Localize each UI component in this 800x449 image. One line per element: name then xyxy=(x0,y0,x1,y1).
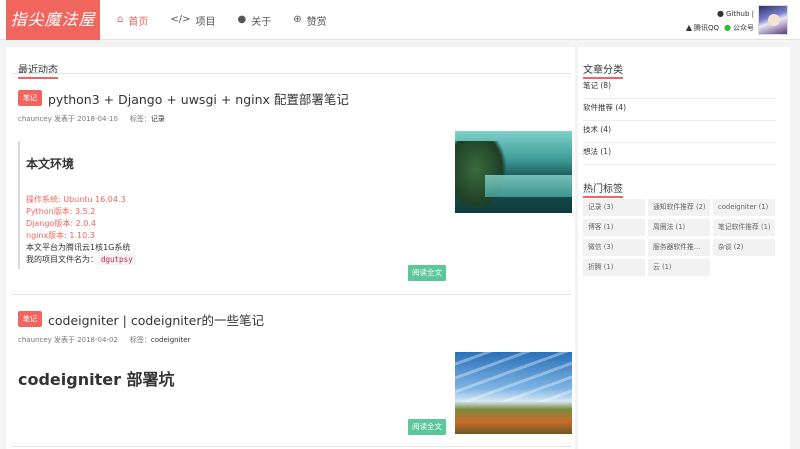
post-item: 笔记 codeigniter | codeigniter的一些笔记 chaunc… xyxy=(18,311,571,345)
post-title[interactable]: codeigniter | codeigniter的一些笔记 xyxy=(48,310,264,329)
tag-chip[interactable]: 周圈法 (1) xyxy=(648,219,710,236)
post-author-date: chauncey 发表于 2018-04-02 xyxy=(18,336,118,344)
post-tags: 标签：记录 xyxy=(130,114,165,124)
site-logo[interactable]: 指尖魔法屋 xyxy=(6,0,100,40)
tag-chip[interactable]: 杂谈 (2) xyxy=(713,239,775,256)
read-more-button[interactable]: 阅读全文 xyxy=(408,265,446,281)
post-excerpt: codeigniter 部署坑 xyxy=(18,366,438,390)
nav-projects-label: 项目 xyxy=(195,16,216,28)
code-icon: </> xyxy=(170,14,191,25)
excerpt-heading: 本文环境 xyxy=(26,157,75,171)
hot-tags-title: 热门标签 xyxy=(583,180,623,198)
category-list: 笔记 (8) 软件推荐 (4) 技术 (4) 想法 (1) xyxy=(583,77,776,165)
nav-home-label: 首页 xyxy=(128,16,149,28)
excerpt-line: 操作系统: Ubuntu 16.04.3 xyxy=(26,195,126,204)
excerpt-code-prefix: 我的项目文件名为： xyxy=(26,255,98,264)
github-label: Github | xyxy=(725,10,754,18)
post-divider xyxy=(12,446,572,447)
category-item[interactable]: 技术 (4) xyxy=(583,121,776,143)
post-thumbnail[interactable] xyxy=(455,352,572,434)
post-item: 笔记 python3 + Django + uwsgi + nginx 配置部署… xyxy=(18,90,571,124)
post-thumbnail[interactable] xyxy=(455,131,572,213)
main-nav: ⌂ 首页 </> 项目 ● 关于 ⊕ 赞赏 xyxy=(106,0,338,40)
tag-chip[interactable]: 笔记软件推荐 (1) xyxy=(713,219,775,236)
post-meta: chauncey 发表于 2018-04-02 标签：codeigniter xyxy=(18,335,571,345)
recent-divider xyxy=(12,73,572,74)
qq-link[interactable]: ▲ 腾讯QQ xyxy=(686,21,719,35)
wechat-icon: ● xyxy=(724,23,731,32)
hot-tags: 记录 (3) 通知软件推荐 (2) codeigniter (1) 博客 (1)… xyxy=(583,199,776,276)
wechat-label: 公众号 xyxy=(733,24,754,32)
top-header: 指尖魔法屋 ⌂ 首页 </> 项目 ● 关于 ⊕ 赞赏 ● Github | ▲ 腾… xyxy=(0,0,800,40)
tag-chip[interactable]: codeigniter (1) xyxy=(713,199,775,216)
post-excerpt: 本文环境 操作系统: Ubuntu 16.04.3 Python版本: 3.5.… xyxy=(18,141,438,269)
nav-about-label: 关于 xyxy=(251,16,272,28)
tag-chip[interactable]: 微信 (3) xyxy=(583,239,645,256)
category-item[interactable]: 笔记 (8) xyxy=(583,77,776,99)
category-item[interactable]: 想法 (1) xyxy=(583,143,776,165)
avatar[interactable] xyxy=(758,5,788,35)
post-divider xyxy=(12,294,572,295)
excerpt-line: nginx版本: 1.10.3 xyxy=(26,231,95,240)
user-icon: ● xyxy=(237,14,247,25)
category-item[interactable]: 软件推荐 (4) xyxy=(583,99,776,121)
excerpt-line: 本文平台为腾讯云1核1G系统 xyxy=(26,243,131,252)
excerpt-heading: codeigniter 部署坑 xyxy=(18,370,175,389)
nav-about[interactable]: ● 关于 xyxy=(227,0,283,40)
read-more-button[interactable]: 阅读全文 xyxy=(408,419,446,435)
qq-icon: ▲ xyxy=(685,23,692,32)
post-title[interactable]: python3 + Django + uwsgi + nginx 配置部署笔记 xyxy=(48,89,349,108)
post-category-badge[interactable]: 笔记 xyxy=(18,311,42,327)
inline-code: dgutpsy xyxy=(98,254,136,265)
post-tags-label: 标签： xyxy=(129,336,151,344)
post-tags-label: 标签： xyxy=(129,115,151,123)
post-author-date: chauncey 发表于 2018-04-10 xyxy=(18,115,118,123)
tag-chip[interactable]: 记录 (3) xyxy=(583,199,645,216)
qq-label: 腾讯QQ xyxy=(693,24,720,32)
home-icon: ⌂ xyxy=(117,14,124,25)
post-tags: 标签：codeigniter xyxy=(130,335,191,345)
github-icon: ● xyxy=(717,9,724,18)
tag-chip[interactable]: 博客 (1) xyxy=(583,219,645,236)
categories-title: 文章分类 xyxy=(583,61,623,79)
nav-donate-label: 赞赏 xyxy=(306,16,327,28)
nav-donate[interactable]: ⊕ 赞赏 xyxy=(282,0,337,40)
post-tag-link[interactable]: codeigniter xyxy=(151,336,191,344)
tag-chip[interactable]: 云 (1) xyxy=(648,259,710,276)
nav-home[interactable]: ⌂ 首页 xyxy=(106,0,159,40)
yen-icon: ⊕ xyxy=(293,14,302,25)
wechat-link[interactable]: ● 公众号 xyxy=(724,21,754,35)
header-links: ● Github | ▲ 腾讯QQ ● 公众号 xyxy=(686,7,754,35)
excerpt-line: Django版本: 2.0.4 xyxy=(26,219,96,228)
excerpt-line: 我的项目文件名为： dgutpsy xyxy=(26,254,438,266)
nav-projects[interactable]: </> 项目 xyxy=(159,0,226,40)
post-meta: chauncey 发表于 2018-04-10 标签：记录 xyxy=(18,114,571,124)
excerpt-line: Python版本: 3.5.2 xyxy=(26,207,96,216)
post-tag-link[interactable]: 记录 xyxy=(151,115,165,123)
tag-chip[interactable]: 服务器软件推... xyxy=(648,239,710,256)
tag-chip[interactable]: 通知软件推荐 (2) xyxy=(648,199,710,216)
tag-chip[interactable]: 折腾 (1) xyxy=(583,259,645,276)
post-category-badge[interactable]: 笔记 xyxy=(18,90,42,106)
github-link[interactable]: ● Github | xyxy=(717,7,754,21)
